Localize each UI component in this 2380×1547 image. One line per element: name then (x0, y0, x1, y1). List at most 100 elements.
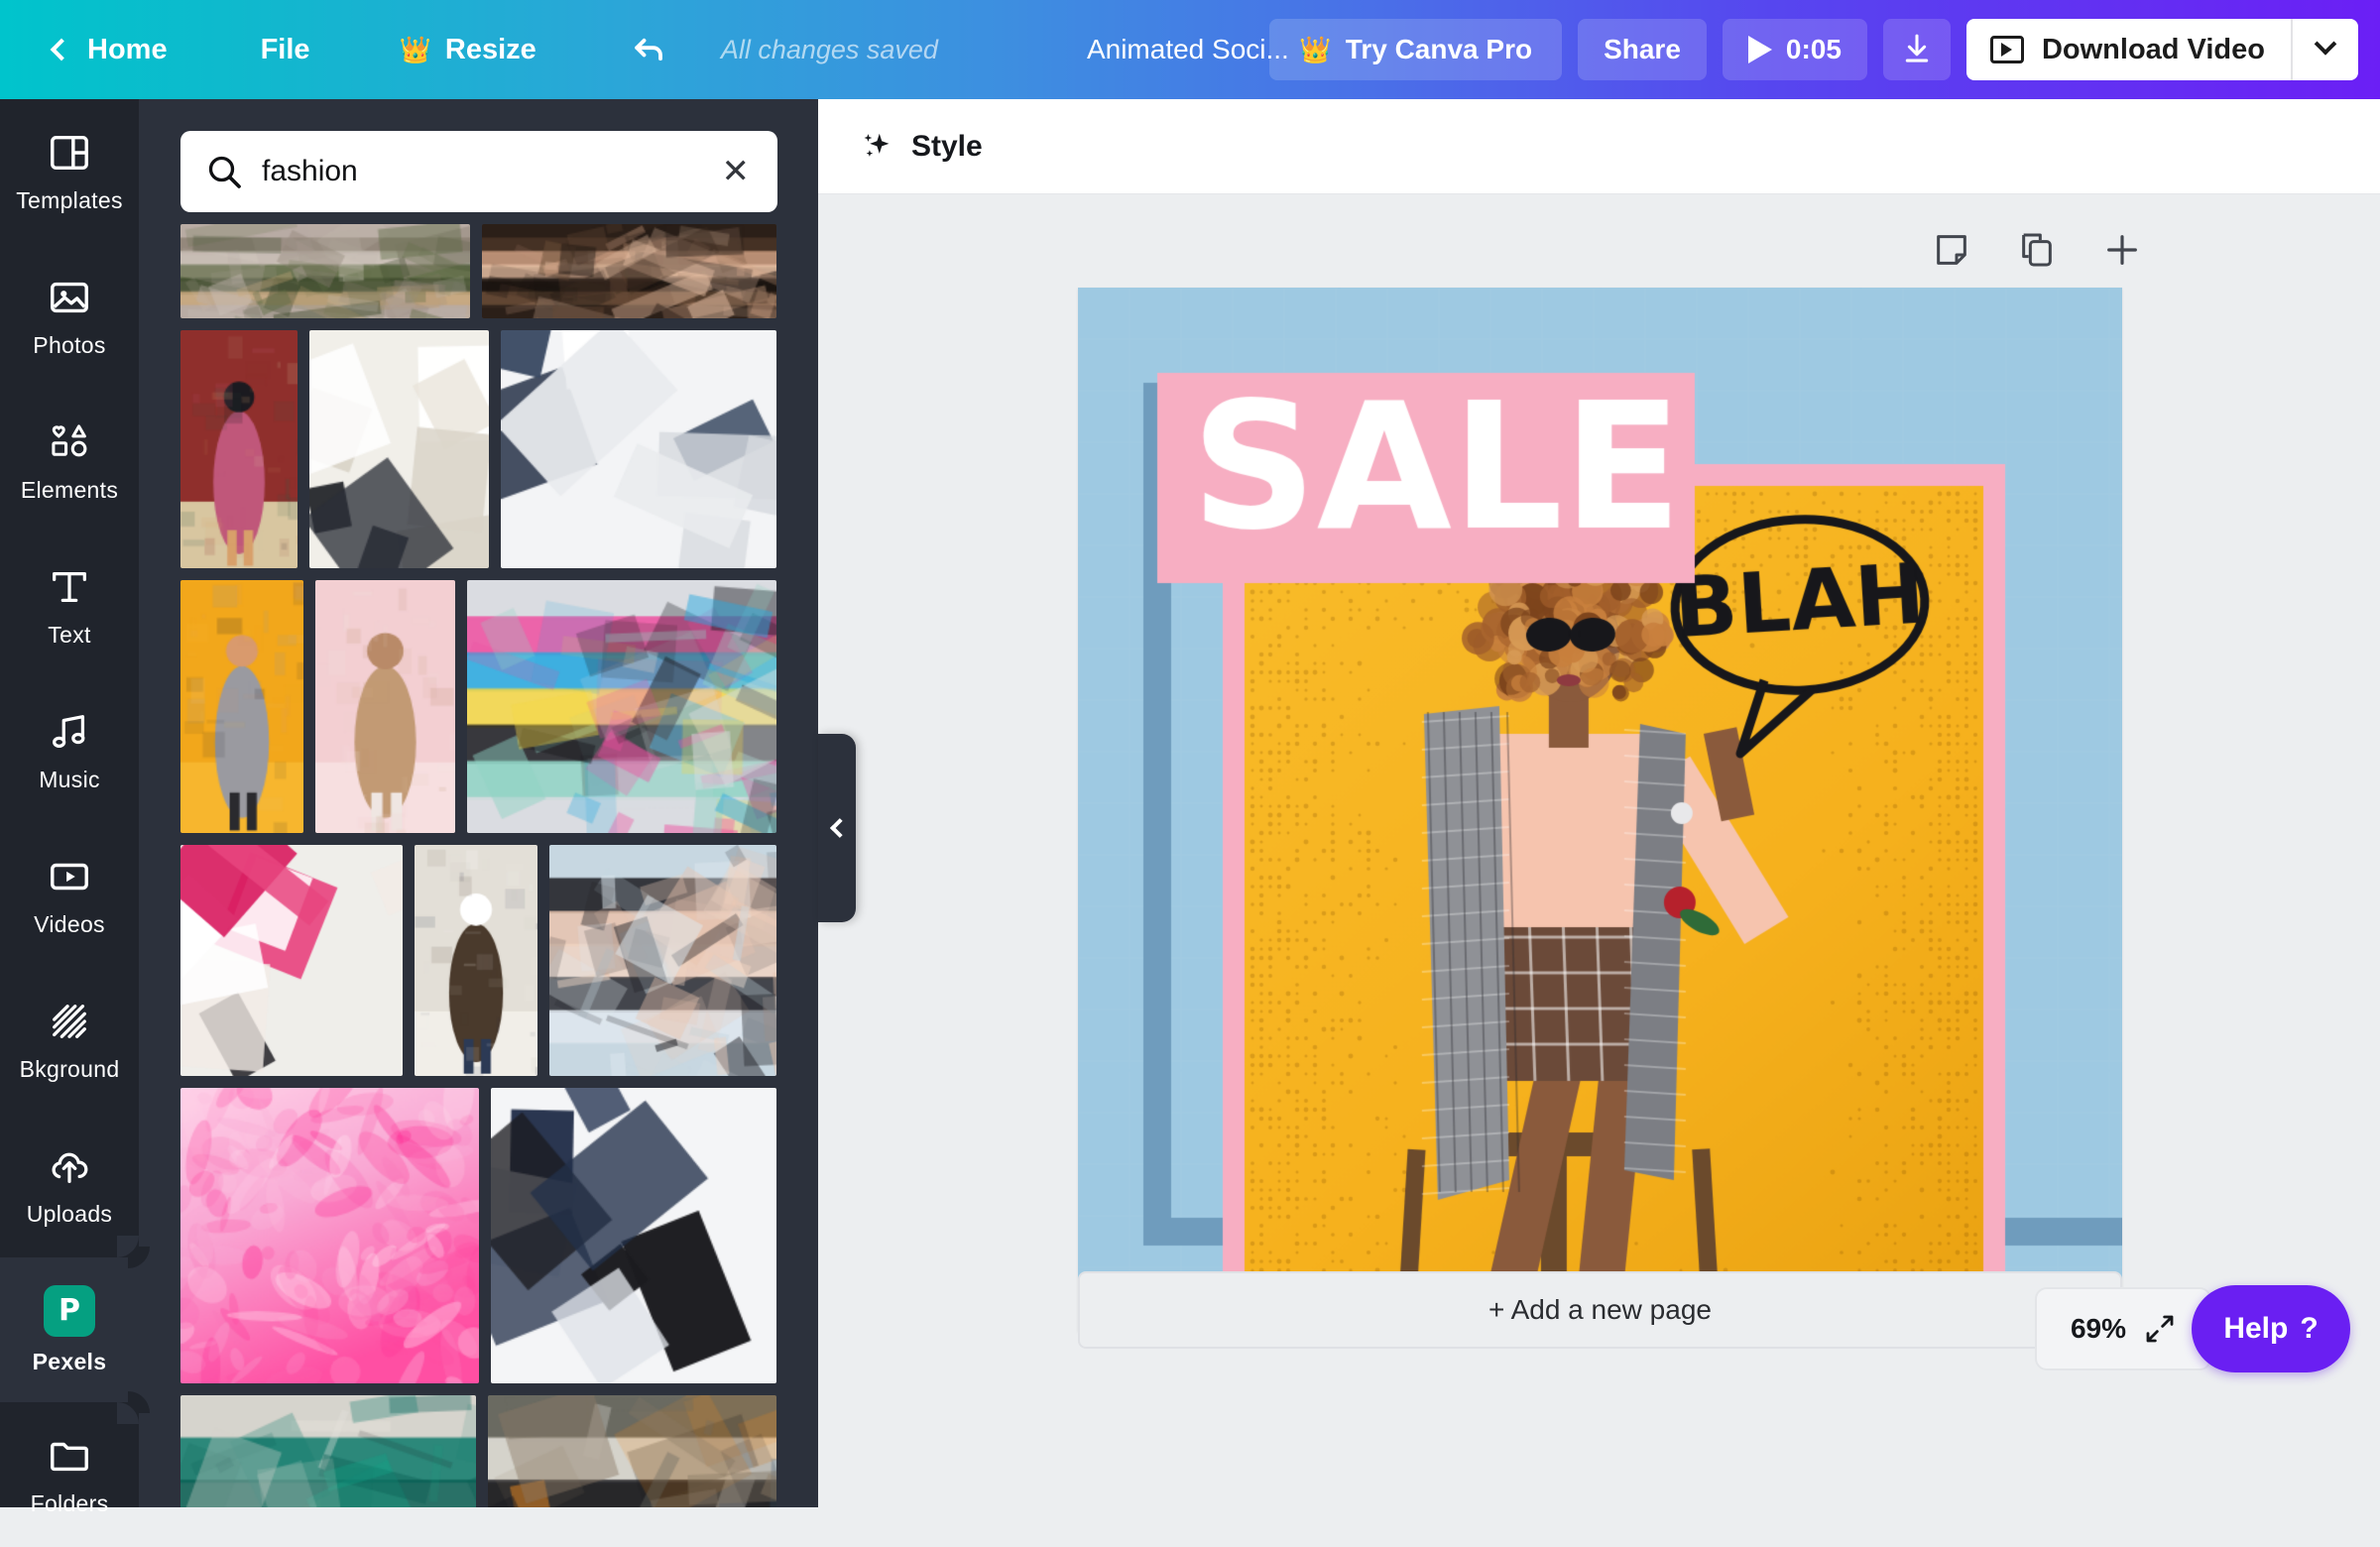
top-toolbar-left: Home File 👑 Resize All changes saved Ani… (0, 20, 1289, 79)
left-rail: Templates Photos Elements Text Music Videos Bk… (0, 99, 139, 1516)
canvas-area: + Add a new page 69% Help ? (818, 194, 2380, 1404)
striped-bag-sunglasses-photo[interactable] (491, 1087, 776, 1383)
help-label: Help (2223, 1312, 2289, 1345)
templates-icon (47, 130, 92, 176)
sidebar-item-label: Photos (33, 331, 106, 358)
undo-button[interactable] (612, 20, 687, 79)
sidebar-item-label: Uploads (26, 1200, 113, 1227)
music-note-icon (47, 709, 92, 755)
text-t-icon (47, 564, 92, 610)
style-tab-label: Style (911, 129, 983, 163)
expand-arrows-icon[interactable] (2144, 1313, 2176, 1345)
magazine-flowers-photo[interactable] (180, 845, 404, 1076)
download-video-button[interactable]: Download Video (1966, 19, 2291, 80)
hatch-pattern-icon (47, 999, 92, 1044)
play-duration: 0:05 (1785, 34, 1842, 64)
dark-stairs-photo[interactable] (481, 224, 776, 319)
editor-area: Style + Add a new page 69% Help ? (818, 99, 2380, 1507)
search-box[interactable]: fashion ✕ (180, 131, 777, 212)
woman-pink-wall-photo[interactable] (314, 579, 455, 834)
pexels-logo-icon: P (44, 1284, 95, 1337)
share-button[interactable]: Share (1578, 19, 1707, 80)
share-label: Share (1604, 34, 1681, 64)
flatlay-white-shirt-photo[interactable] (309, 330, 490, 568)
sidebar-item-music[interactable]: Music (0, 678, 139, 823)
download-video-label: Download Video (2041, 33, 2265, 65)
pexels-panel: fashion ✕ (139, 99, 818, 1507)
document-title[interactable]: Animated Soci... (1087, 34, 1289, 65)
add-page-plus-icon[interactable] (2102, 230, 2142, 270)
tab-style[interactable]: Style (860, 129, 983, 165)
try-canva-pro-button[interactable]: 👑 Try Canva Pro (1269, 19, 1563, 80)
notes-icon[interactable] (1932, 230, 1971, 270)
crown-icon: 👑 (399, 35, 431, 64)
striped-dress-smoke-photo[interactable] (488, 1394, 776, 1507)
video-icon (47, 854, 92, 899)
sidebar-item-label: Elements (20, 476, 119, 503)
sidebar-item-label: Text (48, 621, 91, 648)
add-new-page-button[interactable]: + Add a new page (1078, 1271, 2122, 1349)
sidebar-item-videos[interactable]: Videos (0, 823, 139, 968)
woman-red-patterns-photo[interactable] (180, 330, 298, 568)
home-label: Home (87, 34, 168, 65)
sidebar-item-label: Videos (34, 910, 105, 937)
duplicate-page-icon[interactable] (2017, 230, 2057, 270)
page-tools (1932, 230, 2142, 270)
sparkle-icon (864, 133, 890, 157)
zoom-control[interactable]: 69% (2035, 1287, 2211, 1370)
download-options-caret[interactable] (2291, 19, 2358, 80)
try-canva-pro-label: Try Canva Pro (1345, 34, 1533, 64)
undo-arrow-icon (635, 38, 662, 61)
search-input[interactable]: fashion (262, 155, 722, 188)
boots-rainbow-street-photo[interactable] (466, 579, 776, 834)
green-skirt-twirl-photo[interactable] (180, 1394, 477, 1507)
download-video-group[interactable]: Download Video (1965, 19, 2358, 80)
home-button[interactable]: Home (38, 20, 183, 79)
sidebar-item-elements[interactable]: Elements (0, 389, 139, 534)
sidebar-item-text[interactable]: Text (0, 534, 139, 678)
photo-grid-row (180, 579, 776, 834)
photo-grid-row (180, 1087, 776, 1383)
sidebar-item-label: Bkground (19, 1055, 120, 1082)
video-play-icon (1989, 36, 2024, 63)
sidebar-item-bkground[interactable]: Bkground (0, 968, 139, 1113)
market-stall-photo[interactable] (180, 224, 470, 319)
sidebar-item-label: Pexels (32, 1348, 107, 1374)
magnifier-icon (208, 156, 241, 188)
sidebar-item-pexels[interactable]: P Pexels (0, 1236, 139, 1424)
sidebar-item-templates[interactable]: Templates (0, 99, 139, 244)
file-menu-button[interactable]: File (245, 20, 326, 79)
play-triangle-icon (1747, 36, 1772, 63)
sidebar-item-label: Folders (30, 1489, 109, 1516)
photo-icon (47, 275, 92, 320)
top-toolbar-right: 👑 Try Canva Pro Share 0:05 Download Vide… (1269, 0, 2358, 99)
sidebar-item-label: Templates (16, 186, 123, 213)
photo-grid-row (180, 845, 776, 1076)
zoom-level: 69% (2070, 1313, 2127, 1344)
photo-grid[interactable] (139, 99, 818, 1507)
chevron-left-icon (50, 38, 73, 61)
resize-button[interactable]: 👑 Resize (384, 20, 552, 79)
woman-yellow-stool-photo[interactable] (180, 579, 303, 834)
editor-toolbar: Style (818, 99, 2380, 194)
collapse-panel-handle[interactable] (818, 734, 856, 922)
folder-icon (47, 1433, 92, 1479)
cloud-upload-icon (47, 1143, 92, 1189)
woman-back-ruffle-photo[interactable] (415, 845, 538, 1076)
download-icon-button[interactable] (1882, 19, 1951, 80)
photo-grid-row (180, 1394, 776, 1507)
sidebar-item-folders[interactable]: Folders (0, 1402, 139, 1547)
design-page[interactable] (1078, 288, 2122, 1332)
help-button[interactable]: Help ? (2192, 1285, 2350, 1372)
pink-texture-photo[interactable] (180, 1087, 480, 1383)
search-clear-button[interactable]: ✕ (722, 155, 751, 188)
add-new-page-label: + Add a new page (1488, 1294, 1712, 1325)
leather-jacket-watch-photo[interactable] (549, 845, 776, 1076)
denim-white-flatlay-photo[interactable] (501, 330, 776, 568)
preview-play-button[interactable]: 0:05 (1722, 19, 1867, 80)
sidebar-item-photos[interactable]: Photos (0, 244, 139, 389)
question-mark-icon: ? (2300, 1312, 2319, 1345)
sidebar-item-label: Music (39, 766, 100, 792)
resize-label: Resize (444, 34, 536, 65)
design-artwork[interactable] (1078, 288, 2122, 1332)
